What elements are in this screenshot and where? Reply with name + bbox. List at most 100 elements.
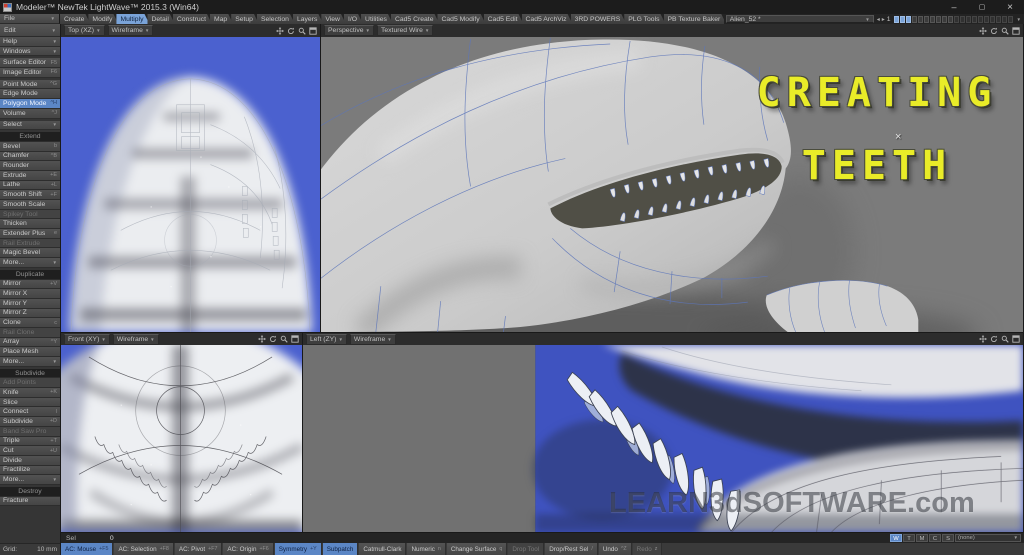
bottom-button-symmetry[interactable]: Symmetry+Y [275,543,322,555]
layer-slot[interactable] [906,16,911,23]
viewport-top-canvas[interactable] [61,37,321,333]
layer-slot[interactable] [972,16,977,23]
bottom-button-numeric[interactable]: Numericn [407,543,445,555]
view-select-perspective[interactable]: Perspective [324,25,374,36]
view-select-top-left[interactable]: Top (XZ) [64,25,105,36]
layer-slot[interactable] [1002,16,1007,23]
sidebar-item-mirror-x[interactable]: Mirror X [0,289,60,299]
sidebar-item-point-mode[interactable]: Point Mode^G [0,80,60,90]
layer-slot[interactable] [900,16,905,23]
menu-tab-plg-tools[interactable]: PLG Tools [624,14,665,24]
maximize-icon[interactable] [1012,335,1020,343]
pan-icon[interactable] [979,335,987,343]
viewport-left-canvas[interactable]: LEARN3dSOFTWARE.com [303,345,1024,533]
prev-layer-button[interactable] [877,16,880,23]
vmap-button-w[interactable]: W [890,534,902,542]
rotate-icon[interactable] [269,335,277,343]
sidebar-item-rounder[interactable]: Rounder [0,161,60,171]
viewport-front-canvas[interactable] [61,345,303,533]
bottom-button-drop-rest-sel[interactable]: Drop/Rest Sel/ [545,543,598,555]
sidebar-item-knife[interactable]: Knife+K [0,388,60,398]
mode-select-perspective[interactable]: Textured Wire [377,25,433,36]
layer-slot[interactable] [966,16,971,23]
sidebar-item-rail-extrude[interactable]: Rail Extrude [0,239,60,249]
sidebar-item-more[interactable]: More... [0,475,60,485]
menu-tab-utilities[interactable]: Utilities [361,14,393,24]
layer-slot[interactable] [930,16,935,23]
menu-tab-cad5-modify[interactable]: Cad5 Modify [437,14,485,24]
menu-tab-layers[interactable]: Layers [293,14,323,24]
rotate-icon[interactable] [990,27,998,35]
sidebar-item-extrude[interactable]: Extrude+E [0,171,60,181]
layer-dropdown-icon[interactable] [1015,16,1021,23]
rotate-icon[interactable] [287,27,295,35]
layer-slot[interactable] [984,16,989,23]
object-selector[interactable]: Alien_52 * [726,15,874,23]
layer-slot[interactable] [996,16,1001,23]
vmap-selector[interactable]: (none) [955,534,1021,542]
sidebar-item-array[interactable]: Array^Y [0,338,60,348]
layer-slot[interactable] [924,16,929,23]
pan-icon[interactable] [276,27,284,35]
sidebar-item-surface-editor[interactable]: Surface EditorF5 [0,58,60,68]
vmap-button-t[interactable]: T [903,534,915,542]
mode-select-bottom-left[interactable]: Wireframe [113,334,159,345]
close-button[interactable] [996,0,1024,14]
menu-tab-multiply[interactable]: Multiply [116,14,149,24]
layer-slot[interactable] [912,16,917,23]
menu-tab-cad5-archviz[interactable]: Cad5 ArchViz [522,14,573,24]
sidebar-item-fracture[interactable]: Fracture [0,497,60,507]
sidebar-item-rail-clone[interactable]: Rail Clone [0,328,60,338]
sidebar-item-windows[interactable]: Windows [0,47,60,57]
bottom-button-undo[interactable]: Undo^Z [599,543,632,555]
sidebar-item-polygon-mode[interactable]: Polygon Mode^H [0,99,60,109]
menu-tab-detail[interactable]: Detail [147,14,174,24]
layer-slot[interactable] [936,16,941,23]
viewport-perspective-canvas[interactable]: CREATING TEETH [321,37,1024,333]
sidebar-item-help[interactable]: Help [0,37,60,47]
edit-menu[interactable]: Edit [0,24,60,37]
vmap-button-c[interactable]: C [929,534,941,542]
view-select-bottom-left[interactable]: Front (XY) [64,334,110,345]
zoom-icon[interactable] [1001,27,1009,35]
sidebar-item-add-points[interactable]: Add Points [0,378,60,388]
menu-tab-i-o[interactable]: I/O [344,14,363,24]
menu-tab-selection[interactable]: Selection [257,14,295,24]
sidebar-item-select[interactable]: Select [0,121,60,131]
bottom-button-ac-pivot[interactable]: AC: Pivot+F7 [175,543,223,555]
maximize-icon[interactable] [309,27,317,35]
sidebar-item-mirror-z[interactable]: Mirror Z [0,309,60,319]
sidebar-item-more[interactable]: More... [0,357,60,367]
menu-tab-construct[interactable]: Construct [173,14,212,24]
sidebar-item-mirror[interactable]: Mirror+V [0,280,60,290]
maximize-icon[interactable] [291,335,299,343]
sidebar-item-edge-mode[interactable]: Edge Mode [0,89,60,99]
sidebar-item-place-mesh[interactable]: Place Mesh [0,347,60,357]
sidebar-item-mirror-y[interactable]: Mirror Y [0,299,60,309]
sidebar-item-chamfer[interactable]: Chamfer^B [0,152,60,162]
menu-tab-create[interactable]: Create [60,14,90,24]
layer-slot[interactable] [954,16,959,23]
sidebar-item-thicken[interactable]: Thicken [0,219,60,229]
bottom-button-catmull-clark[interactable]: Catmull-Clark [359,543,406,555]
menu-tab-3rd-powers[interactable]: 3RD POWERS [571,14,627,24]
pan-icon[interactable] [979,27,987,35]
sidebar-item-triple[interactable]: Triple+T [0,437,60,447]
menu-tab-map[interactable]: Map [210,14,233,24]
vmap-button-m[interactable]: M [916,534,928,542]
sidebar-item-spikey-tool[interactable]: Spikey Tool [0,210,60,220]
menu-tab-pb-texture-baker[interactable]: PB Texture Baker [664,14,725,24]
bottom-button-subpatch[interactable]: Subpatch [323,543,359,555]
sidebar-item-band-saw-pro[interactable]: Band Saw Pro [0,427,60,437]
sidebar-item-bevel[interactable]: Bevelb [0,142,60,152]
menu-tab-setup[interactable]: Setup [231,14,259,24]
zoom-icon[interactable] [298,27,306,35]
vmap-button-s[interactable]: S [942,534,954,542]
mode-select-top-left[interactable]: Wireframe [108,25,154,36]
bottom-button-ac-selection[interactable]: AC: Selection+F8 [114,543,173,555]
next-layer-button[interactable] [882,16,885,23]
rotate-icon[interactable] [990,335,998,343]
menu-tab-cad5-edit[interactable]: Cad5 Edit [484,14,524,24]
bottom-button-ac-origin[interactable]: AC: Origin+F6 [223,543,273,555]
sidebar-item-image-editor[interactable]: Image EditorF6 [0,68,60,78]
